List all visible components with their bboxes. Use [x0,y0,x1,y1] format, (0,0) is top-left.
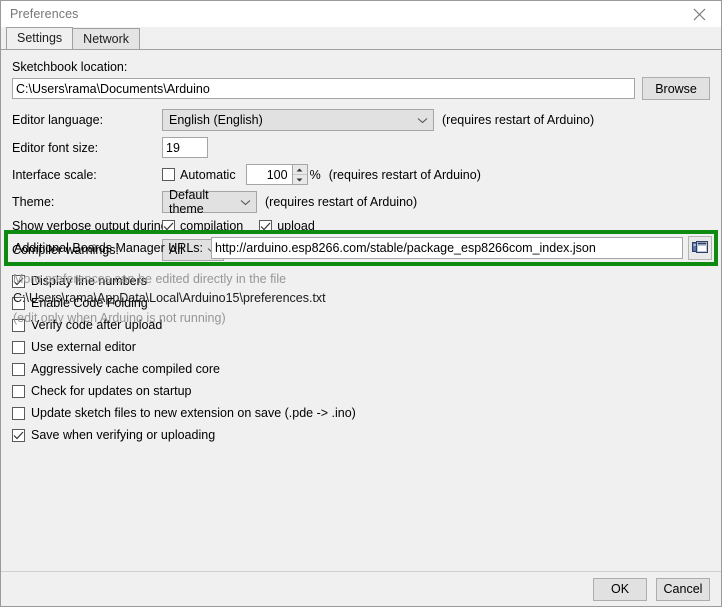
checkbox-label: Check for updates on startup [31,384,192,398]
preferences-footnotes: More preferences can be edited directly … [13,272,326,330]
sketchbook-label-row: Sketchbook location: [12,60,710,74]
additional-boards-manager-urls-label: Additional Boards Manager URLs: [14,241,203,255]
check-icon [13,431,24,439]
checkbox-label: Aggressively cache compiled core [31,362,220,376]
interface-scale-stepper[interactable]: % [245,164,321,185]
interface-scale-row: Interface scale: Automatic 100 % (requir… [12,164,710,185]
editor-language-note: (requires restart of Arduino) [442,113,595,127]
editor-language-label: Editor language: [12,113,104,127]
theme-row: Theme: Default theme (requires restart o… [12,188,710,216]
chevron-down-icon [417,117,428,123]
checkbox-label: Use external editor [31,340,136,354]
checkbox-box [12,340,25,354]
copy-windows-icon [692,241,708,253]
theme-value: Default theme [169,188,209,216]
checkbox-update-sketch-files-extension[interactable]: Update sketch files to new extension on … [12,402,710,424]
editor-font-size-row: Editor font size: [12,137,710,158]
spinner-up-button[interactable] [293,165,307,174]
interface-scale-automatic-checkbox[interactable]: Automatic [162,168,236,182]
additional-boards-manager-urls-highlight: Additional Boards Manager URLs: [4,230,718,266]
caret-down-icon [296,178,303,181]
checkbox-box [12,406,25,420]
spinner-buttons[interactable] [292,164,308,185]
checkbox-label: Update sketch files to new extension on … [31,406,356,420]
sketchbook-row: Browse [12,77,710,100]
additional-boards-manager-urls-input[interactable] [211,237,683,259]
checkbox-save-when-verifying-or-uploading[interactable]: Save when verifying or uploading [12,424,710,446]
open-urls-editor-button[interactable] [688,236,712,260]
checkbox-check-for-updates-on-startup[interactable]: Check for updates on startup [12,380,710,402]
interface-scale-automatic-label: Automatic [180,167,236,182]
editor-font-size-label: Editor font size: [12,140,99,155]
footnote-edit-warning: (edit only when Arduino is not running) [13,311,226,325]
footnote-preferences-path: C:\Users\rama\AppData\Local\Arduino15\pr… [13,291,326,305]
footnote-more-preferences: More preferences can be edited directly … [13,272,287,286]
interface-scale-percent-label: % [309,167,321,182]
editor-language-select[interactable]: English (English) [162,109,434,131]
close-icon [693,8,705,20]
tab-network[interactable]: Network [72,28,141,49]
close-button[interactable] [677,1,721,27]
theme-note: (requires restart of Arduino) [265,195,418,209]
editor-font-size-input[interactable] [162,137,208,158]
preferences-dialog: Preferences Settings Network Sketchbook … [0,0,722,607]
interface-scale-note: (requires restart of Arduino) [328,167,481,182]
checkbox-label: Save when verifying or uploading [31,428,216,442]
checkbox-aggressively-cache-compiled-core[interactable]: Aggressively cache compiled core [12,358,710,380]
tab-strip: Settings Network [1,27,721,49]
editor-language-row: Editor language: English (English) (requ… [12,109,710,131]
tab-settings[interactable]: Settings [6,27,74,49]
checkbox-use-external-editor[interactable]: Use external editor [12,336,710,358]
checkbox-box [12,428,25,442]
sketchbook-location-label: Sketchbook location: [12,60,128,74]
ok-button[interactable]: OK [593,577,647,601]
caret-up-icon [296,168,303,171]
theme-label: Theme: [12,195,55,209]
interface-scale-label: Interface scale: [12,167,97,182]
browse-button[interactable]: Browse [642,77,710,100]
theme-select[interactable]: Default theme [162,188,257,216]
interface-scale-input[interactable] [245,164,293,185]
dialog-footer: OK Cancel [1,571,721,606]
cancel-button[interactable]: Cancel [656,577,710,601]
checkbox-box [12,384,25,398]
title-bar: Preferences [1,1,721,27]
spinner-down-button[interactable] [292,174,307,184]
checkbox-box [12,362,25,376]
editor-language-value: English (English) [169,113,263,127]
sketchbook-location-input[interactable] [12,78,636,99]
chevron-down-icon [240,199,251,205]
settings-panel: Sketchbook location: Browse Editor langu… [1,49,721,571]
window-title: Preferences [10,7,79,21]
checkbox-box [162,168,175,181]
